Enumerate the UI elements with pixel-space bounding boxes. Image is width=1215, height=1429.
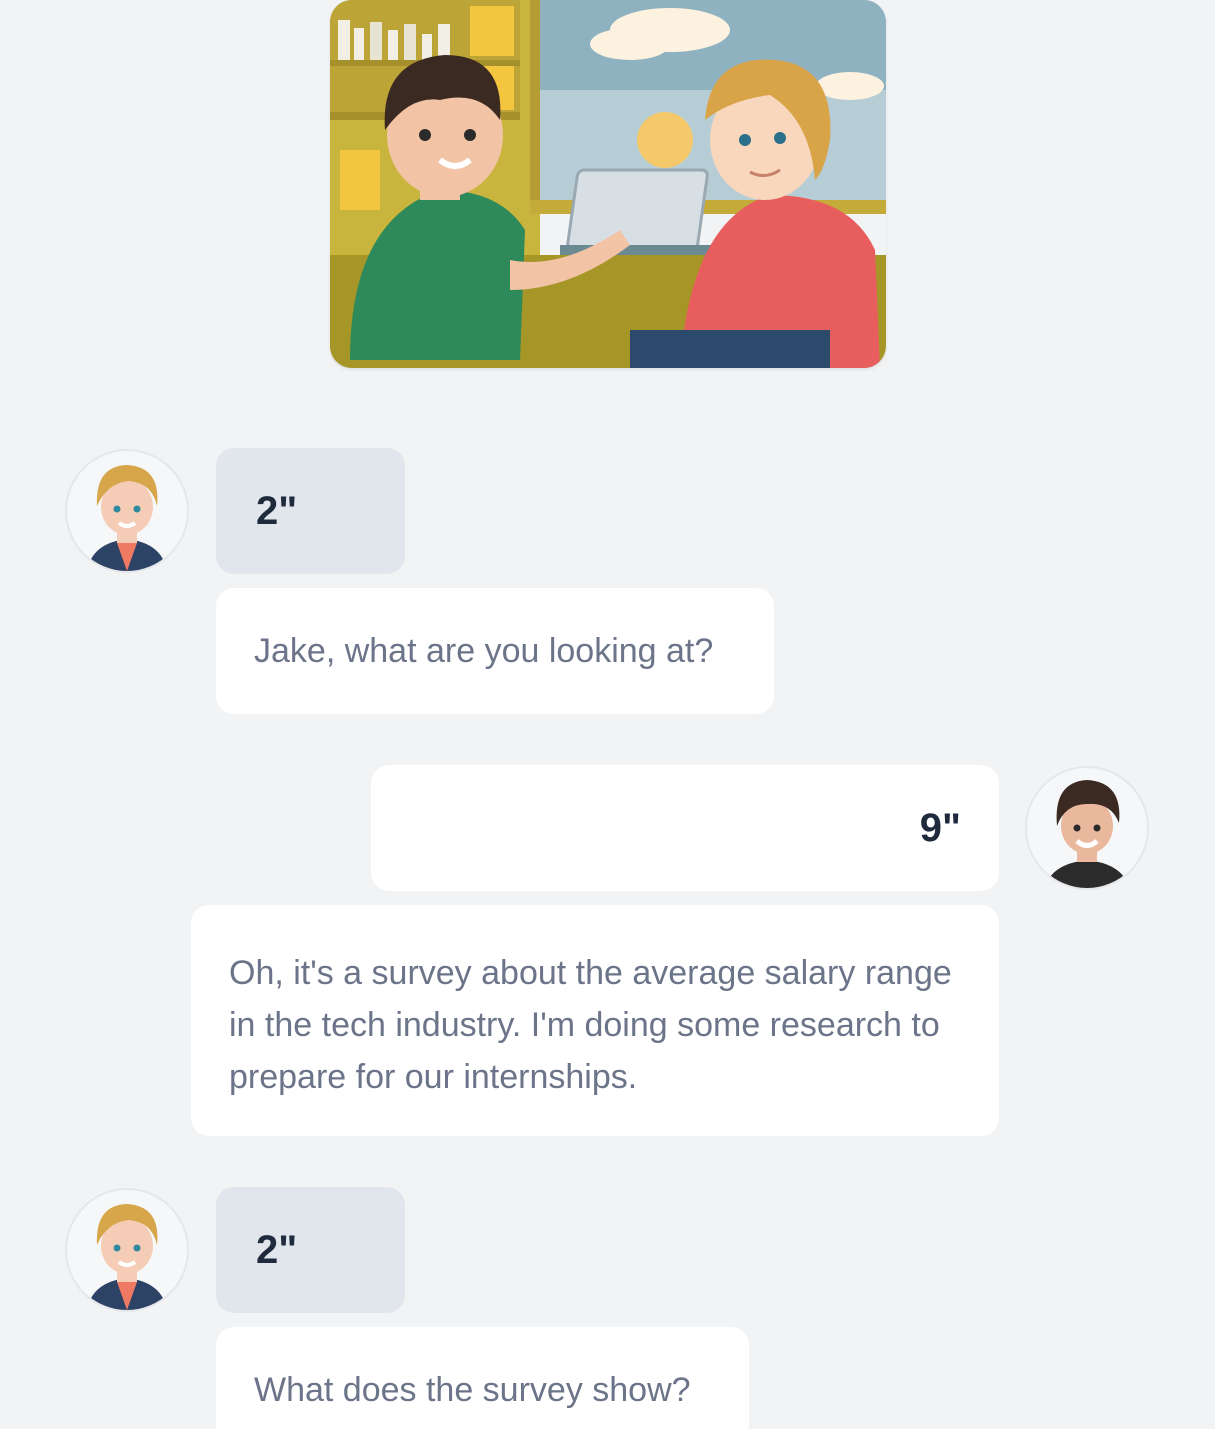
blonde-student-avatar: [65, 449, 189, 573]
audio-duration-badge[interactable]: 2": [216, 448, 405, 574]
message-text: Jake, what are you looking at?: [216, 588, 774, 714]
dialogue-page: 2" Jake, what are you looking at? 9" Oh,…: [0, 0, 1215, 1429]
audio-duration-badge[interactable]: 2": [216, 1187, 405, 1313]
blonde-student-avatar: [65, 1188, 189, 1312]
message-text: What does the survey show?: [216, 1327, 749, 1429]
dark-haired-student-avatar: [1025, 766, 1149, 890]
scene-illustration: [330, 0, 886, 368]
audio-duration-badge[interactable]: 9": [371, 765, 999, 891]
message-text: Oh, it's a survey about the average sala…: [191, 905, 999, 1136]
